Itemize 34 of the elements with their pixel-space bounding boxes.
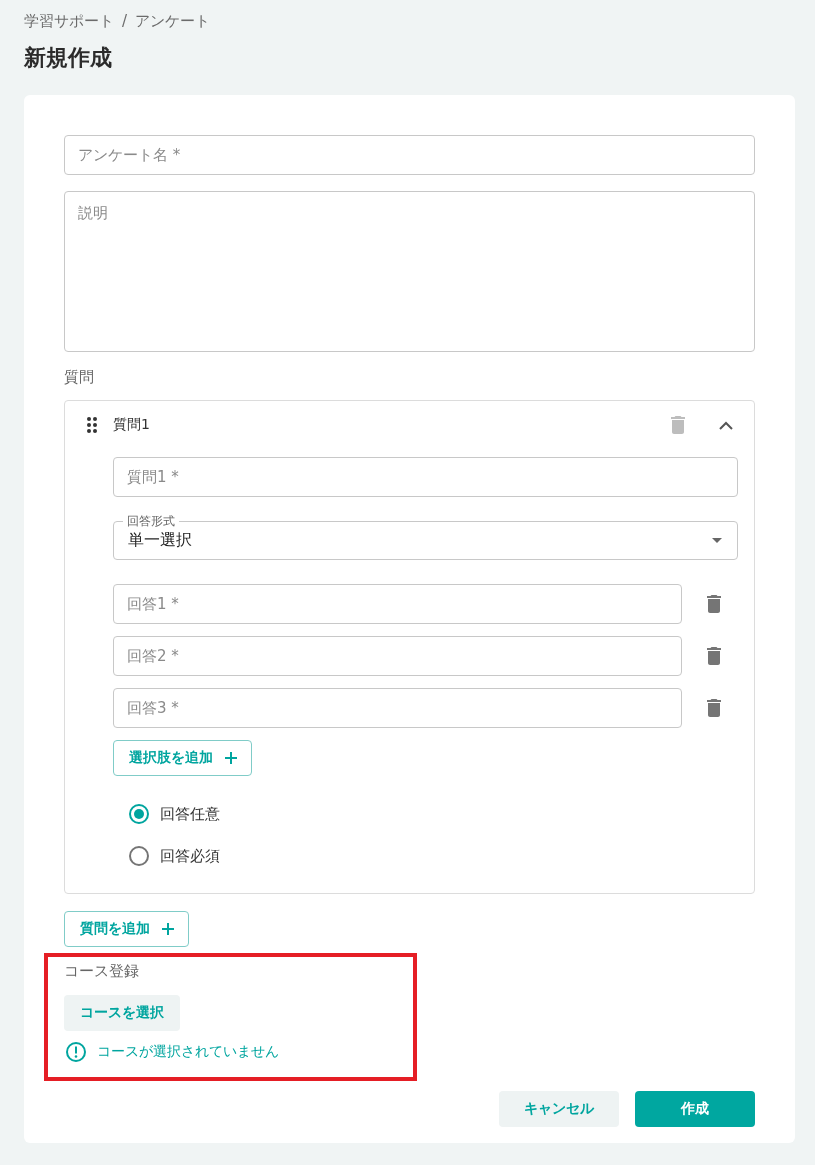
trash-icon[interactable]: [707, 699, 721, 717]
answer-field[interactable]: 回答3 *: [113, 688, 682, 728]
exclamation-circle-icon: [66, 1042, 86, 1062]
breadcrumb-current: アンケート: [135, 11, 211, 31]
breadcrumb-link[interactable]: 学習サポート: [24, 11, 114, 31]
trash-icon[interactable]: [707, 647, 721, 665]
page-title: 新規作成: [24, 44, 113, 72]
answer-field[interactable]: 回答2 *: [113, 636, 682, 676]
add-choice-button[interactable]: 選択肢を追加: [113, 740, 252, 776]
radio-icon[interactable]: [129, 804, 149, 824]
field-label: 回答形式: [126, 514, 176, 528]
chevron-icon[interactable]: [719, 420, 733, 430]
question-field[interactable]: 質問1 *: [113, 457, 738, 497]
create-button[interactable]: 作成: [635, 1091, 755, 1127]
radio-option[interactable]: 回答必須: [129, 846, 220, 866]
plus-icon: [162, 923, 174, 935]
section-label: コース登録: [64, 961, 140, 981]
answer-field[interactable]: 回答1 *: [113, 584, 682, 624]
breadcrumb-separator: /: [122, 11, 128, 31]
cancel-button[interactable]: キャンセル: [499, 1091, 619, 1127]
description-field[interactable]: 説明: [64, 191, 755, 352]
answer-type-select[interactable]: 回答形式 単一選択: [113, 514, 738, 560]
question-title: 質問1: [113, 416, 151, 434]
caret-down-icon: [712, 537, 722, 543]
drag-handle-icon[interactable]: [87, 417, 97, 433]
plus-icon: [225, 752, 237, 764]
add-question-button[interactable]: 質問を追加: [64, 911, 189, 947]
trash-icon[interactable]: [707, 595, 721, 613]
warning-text: コースが選択されていません: [97, 1043, 279, 1061]
radio-icon[interactable]: [129, 846, 149, 866]
name-field[interactable]: アンケート名 *: [64, 135, 755, 175]
section-label: 質問: [64, 367, 95, 387]
select-course-button[interactable]: コースを選択: [64, 995, 180, 1031]
radio-option[interactable]: 回答任意: [129, 804, 220, 824]
